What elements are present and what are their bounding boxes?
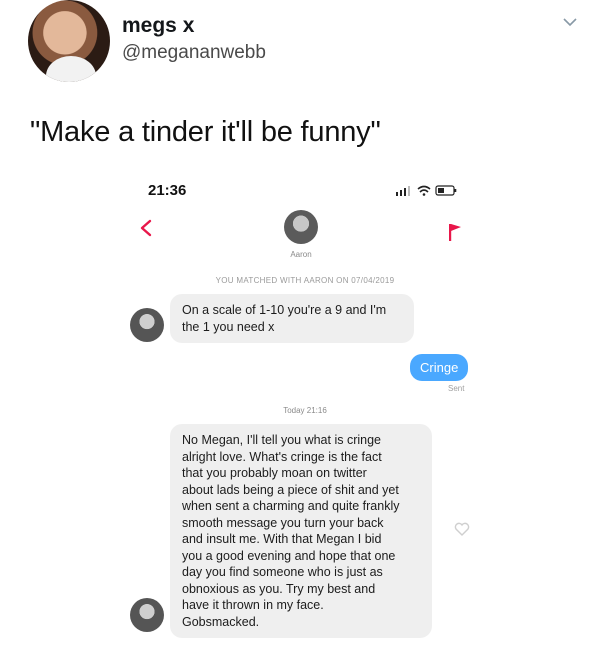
message-bubble-incoming: On a scale of 1-10 you're a 9 and I'm th… (170, 294, 414, 343)
message-line: day you find someone who is just as (182, 565, 383, 579)
message-line: have it thrown in my face. (182, 598, 324, 612)
tweet-text: "Make a tinder it'll be funny" (30, 116, 381, 148)
avatar[interactable] (28, 0, 110, 82)
message-line: smooth message you turn your back (182, 515, 384, 530)
chevron-down-icon[interactable] (562, 14, 578, 30)
back-icon[interactable] (138, 218, 154, 238)
message-line: Gobsmacked. (182, 614, 260, 629)
message-line: alright love. What's cringe is the fact (182, 449, 382, 464)
message-bubble-outgoing: Cringe (410, 354, 469, 381)
match-name: Aaron (290, 250, 312, 259)
display-name[interactable]: megs x (122, 14, 194, 38)
tweet-header: megs x @megananwebb (0, 0, 600, 100)
message-line: and insult me. With that Megan I bid (182, 532, 382, 546)
message-line: No Megan, I'll tell you what is cringe (182, 433, 382, 447)
heart-icon[interactable] (454, 522, 470, 536)
status-time: 21:36 (148, 182, 187, 199)
message-line: On a scale of 1-10 you're a 9 and I'm (182, 303, 387, 317)
message-line: the 1 you need x (182, 319, 275, 334)
sent-label: Sent (448, 384, 465, 393)
message-line: that you probably moan on twitter (182, 466, 367, 480)
message-line: you a good evening and hope that one (182, 548, 396, 563)
flag-icon[interactable] (448, 222, 462, 242)
chat-avatar[interactable] (130, 598, 164, 632)
message-line: obnoxious as you. Try my best and (182, 581, 376, 596)
user-handle[interactable]: @megananwebb (122, 42, 266, 64)
status-icons (396, 185, 457, 196)
match-avatar[interactable] (284, 210, 318, 244)
phone-screenshot: 21:36 Aaron YOU MATCHED WITH AARON ON 07… (122, 170, 488, 652)
today-label: Today 21:16 (283, 406, 327, 415)
message-line: about lads being a piece of shit and yet (182, 482, 399, 497)
message-bubble-incoming: No Megan, I'll tell you what is cringe a… (170, 424, 432, 638)
matched-note: YOU MATCHED WITH AARON ON 07/04/2019 (215, 276, 395, 285)
message-line: when sent a charming and quite frankly (182, 499, 400, 513)
chat-avatar[interactable] (130, 308, 164, 342)
